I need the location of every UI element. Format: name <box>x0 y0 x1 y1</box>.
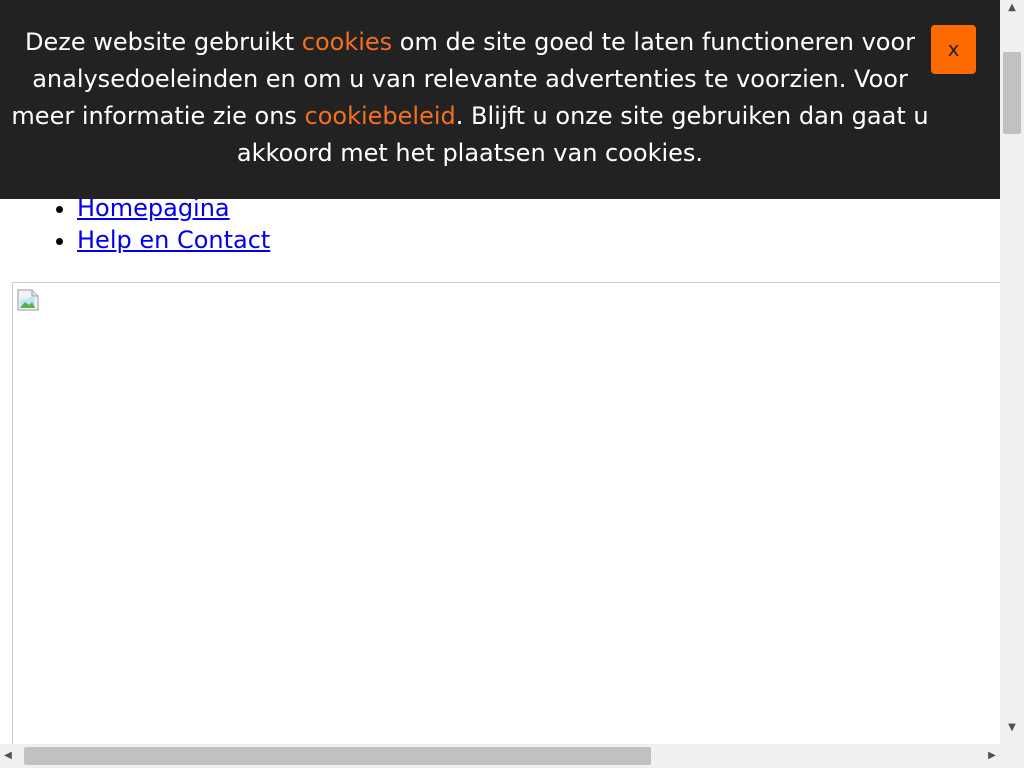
vertical-scroll-thumb[interactable] <box>1003 52 1021 134</box>
nav-list: Homepagina Help en Contact <box>38 192 270 256</box>
help-contact-link[interactable]: Help en Contact <box>77 226 270 254</box>
scrollbar-corner <box>1000 744 1024 768</box>
cookie-close-button[interactable]: x <box>931 25 976 74</box>
cookie-text-1: Deze website gebruikt <box>24 28 302 56</box>
cookie-banner: Deze website gebruikt cookies om de site… <box>0 0 1000 199</box>
scroll-left-arrow-icon[interactable]: ◀ <box>0 744 16 768</box>
vertical-scrollbar[interactable]: ▲ ▼ <box>1000 0 1024 744</box>
scroll-right-arrow-icon[interactable]: ▶ <box>984 744 1000 768</box>
scroll-down-arrow-icon[interactable]: ▼ <box>1000 720 1024 736</box>
cookie-message: Deze website gebruikt cookies om de site… <box>0 24 940 172</box>
cookie-policy-link[interactable]: cookiebeleid <box>305 102 456 130</box>
horizontal-scrollbar[interactable]: ◀ ▶ <box>0 744 1000 768</box>
nav-item-help: Help en Contact <box>77 224 270 256</box>
cookies-link[interactable]: cookies <box>302 28 392 56</box>
main-image <box>12 282 1000 744</box>
broken-image-icon <box>17 289 39 311</box>
scroll-up-arrow-icon[interactable]: ▲ <box>1000 0 1024 16</box>
horizontal-scroll-thumb[interactable] <box>24 747 651 765</box>
page-viewport: Homepagina Help en Contact Deze website … <box>0 0 1000 744</box>
